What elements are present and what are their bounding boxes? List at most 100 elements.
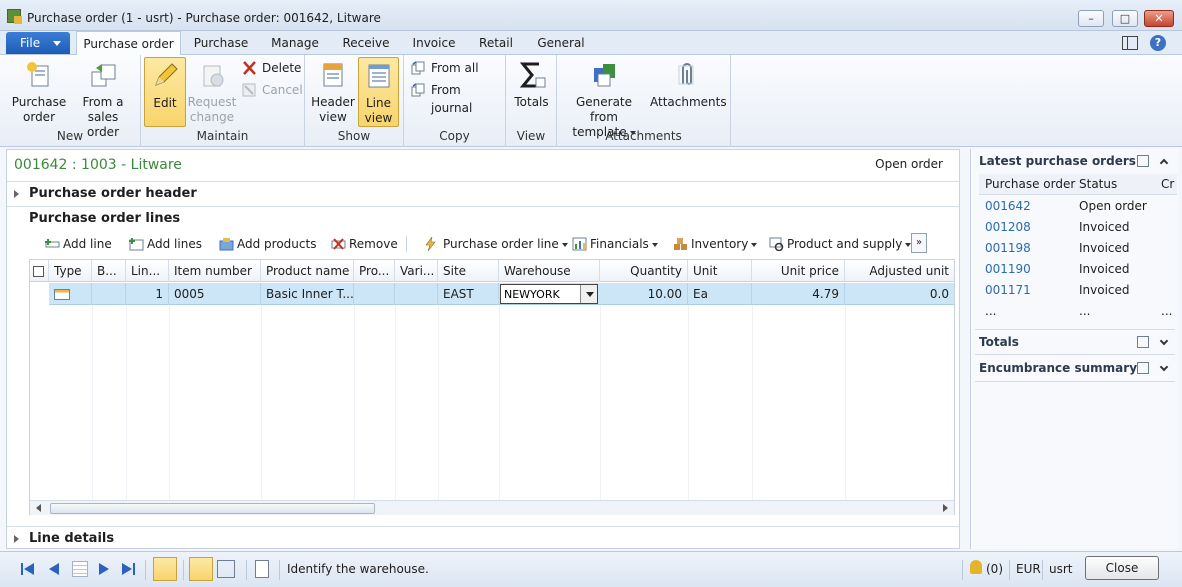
warehouse-dropdown-button[interactable] [580, 285, 597, 303]
add-products-label: Add products [237, 237, 317, 251]
next-record-icon[interactable] [96, 561, 112, 577]
last-record-icon[interactable] [121, 561, 137, 577]
po-link[interactable]: 001171 [985, 280, 1031, 301]
col-unit[interactable]: Unit [688, 260, 752, 282]
cancel-button[interactable]: Cancel [242, 81, 303, 99]
factbox-options-icon[interactable] [1137, 336, 1149, 348]
list-view-icon[interactable] [217, 560, 235, 578]
grid-line [261, 305, 262, 500]
col-type[interactable]: Type [49, 260, 92, 282]
po-link[interactable]: 001642 [985, 196, 1031, 217]
edit-mode-icon[interactable] [153, 557, 177, 581]
latest-po-factbox-header[interactable]: Latest purchase orders [971, 149, 1179, 173]
remove-button[interactable]: Remove [331, 235, 398, 253]
first-record-icon[interactable] [20, 561, 36, 577]
col-product-name[interactable]: Product name [261, 260, 354, 282]
scroll-left-icon[interactable] [36, 504, 41, 512]
col-b[interactable]: B... [92, 260, 126, 282]
layout-icon[interactable] [1122, 36, 1138, 50]
cell-site[interactable]: EAST [438, 283, 499, 305]
tab-manage[interactable]: Manage [262, 31, 328, 55]
close-button[interactable]: Close [1085, 556, 1159, 580]
select-all-checkbox[interactable] [30, 260, 49, 282]
cell-b[interactable] [92, 283, 126, 305]
tab-receive[interactable]: Receive [334, 31, 398, 55]
col-pro[interactable]: Pro... [354, 260, 395, 282]
window-close-button[interactable]: ✕ [1144, 10, 1174, 27]
cell-pro[interactable] [354, 283, 395, 305]
form-view-icon[interactable] [189, 557, 213, 581]
factbox-options-icon[interactable] [1137, 155, 1149, 167]
file-menu-button[interactable]: File [6, 32, 70, 54]
tab-retail[interactable]: Retail [472, 31, 520, 55]
col-variant[interactable]: Vari... [395, 260, 438, 282]
line-view-button[interactable]: Line view [358, 57, 399, 127]
user-indicator[interactable]: usrt [1049, 562, 1073, 576]
col-adjusted-unit[interactable]: Adjusted unit [845, 260, 954, 282]
po-link[interactable]: 001208 [985, 217, 1031, 238]
product-supply-menu-button[interactable]: Product and supply [769, 235, 912, 253]
notification-count[interactable]: (0) [986, 562, 1003, 576]
chevron-down-icon[interactable] [1159, 362, 1169, 372]
cell-adjusted-unit[interactable]: 0.0 [845, 283, 954, 305]
copy-from-all-button[interactable]: From all [411, 59, 479, 77]
generate-from-template-button[interactable]: Generate from template [562, 60, 646, 140]
delete-button[interactable]: Delete [242, 59, 301, 77]
cell-variant[interactable] [395, 283, 438, 305]
col-warehouse[interactable]: Warehouse [499, 260, 600, 282]
document-icon[interactable] [255, 560, 269, 578]
from-sales-order-button[interactable]: From a sales order [72, 60, 134, 140]
copy-from-journal-button[interactable]: From journal [411, 81, 505, 115]
encumbrance-factbox-header[interactable]: Encumbrance summary [971, 356, 1179, 380]
request-change-button[interactable]: Request change [187, 60, 237, 125]
currency-indicator[interactable]: EUR [1016, 562, 1041, 576]
chevron-up-icon[interactable] [1159, 158, 1169, 168]
tab-general[interactable]: General [530, 31, 592, 55]
scroll-right-icon[interactable] [943, 504, 948, 512]
attachments-button[interactable]: Attachments [650, 60, 727, 110]
col-unit-price[interactable]: Unit price [752, 260, 845, 282]
inventory-menu-button[interactable]: Inventory [673, 235, 758, 253]
totals-factbox-header[interactable]: Totals [971, 330, 1179, 354]
col-item-number[interactable]: Item number [169, 260, 261, 282]
header-view-button[interactable]: Header view [310, 60, 356, 125]
add-line-button[interactable]: Add line [45, 235, 112, 253]
col-line[interactable]: Lin... [126, 260, 169, 282]
tab-invoice[interactable]: Invoice [404, 31, 464, 55]
cell-quantity[interactable]: 10.00 [600, 283, 688, 305]
cell-line[interactable]: 1 [126, 283, 169, 305]
add-products-button[interactable]: Add products [219, 235, 316, 253]
po-link[interactable]: 001198 [985, 238, 1031, 259]
po-link[interactable]: 001190 [985, 259, 1031, 280]
bell-icon[interactable] [970, 560, 982, 574]
add-lines-button[interactable]: Add lines [129, 235, 202, 253]
col-site[interactable]: Site [438, 260, 499, 282]
tab-purchase[interactable]: Purchase [186, 31, 256, 55]
help-icon[interactable]: ? [1150, 35, 1166, 51]
factbox-options-icon[interactable] [1137, 362, 1149, 374]
scroll-thumb[interactable] [50, 503, 375, 514]
maximize-button[interactable]: □ [1112, 10, 1138, 27]
previous-record-icon[interactable] [46, 561, 62, 577]
col-quantity[interactable]: Quantity [600, 260, 688, 282]
fasttab-lines[interactable]: Purchase order lines [7, 206, 959, 230]
tab-purchase-order[interactable]: Purchase order [76, 31, 181, 56]
chevron-down-icon[interactable] [1159, 336, 1169, 346]
fasttab-header[interactable]: Purchase order header [7, 181, 959, 205]
cell-unit-price[interactable]: 4.79 [752, 283, 845, 305]
po-line-menu-button[interactable]: Purchase order line [423, 235, 568, 253]
cell-unit[interactable]: Ea [688, 283, 752, 305]
grid-view-icon[interactable] [72, 561, 88, 577]
financials-menu-button[interactable]: Financials [572, 235, 658, 253]
table-row[interactable]: 1 0005 Basic Inner T... EAST 10.00 Ea 4.… [49, 283, 954, 305]
edit-button[interactable]: Edit [144, 57, 186, 127]
fasttab-line-details[interactable]: Line details [7, 526, 959, 550]
toolbar-overflow-button[interactable]: » [911, 233, 927, 253]
horizontal-scrollbar[interactable] [30, 500, 954, 515]
cell-product-name[interactable]: Basic Inner T... [261, 283, 354, 305]
minimize-button[interactable]: – [1078, 10, 1104, 27]
cell-type[interactable] [49, 283, 92, 305]
cell-item-number[interactable]: 0005 [169, 283, 261, 305]
new-purchase-order-button[interactable]: Purchase order [8, 60, 70, 125]
totals-button[interactable]: Totals [509, 60, 554, 110]
